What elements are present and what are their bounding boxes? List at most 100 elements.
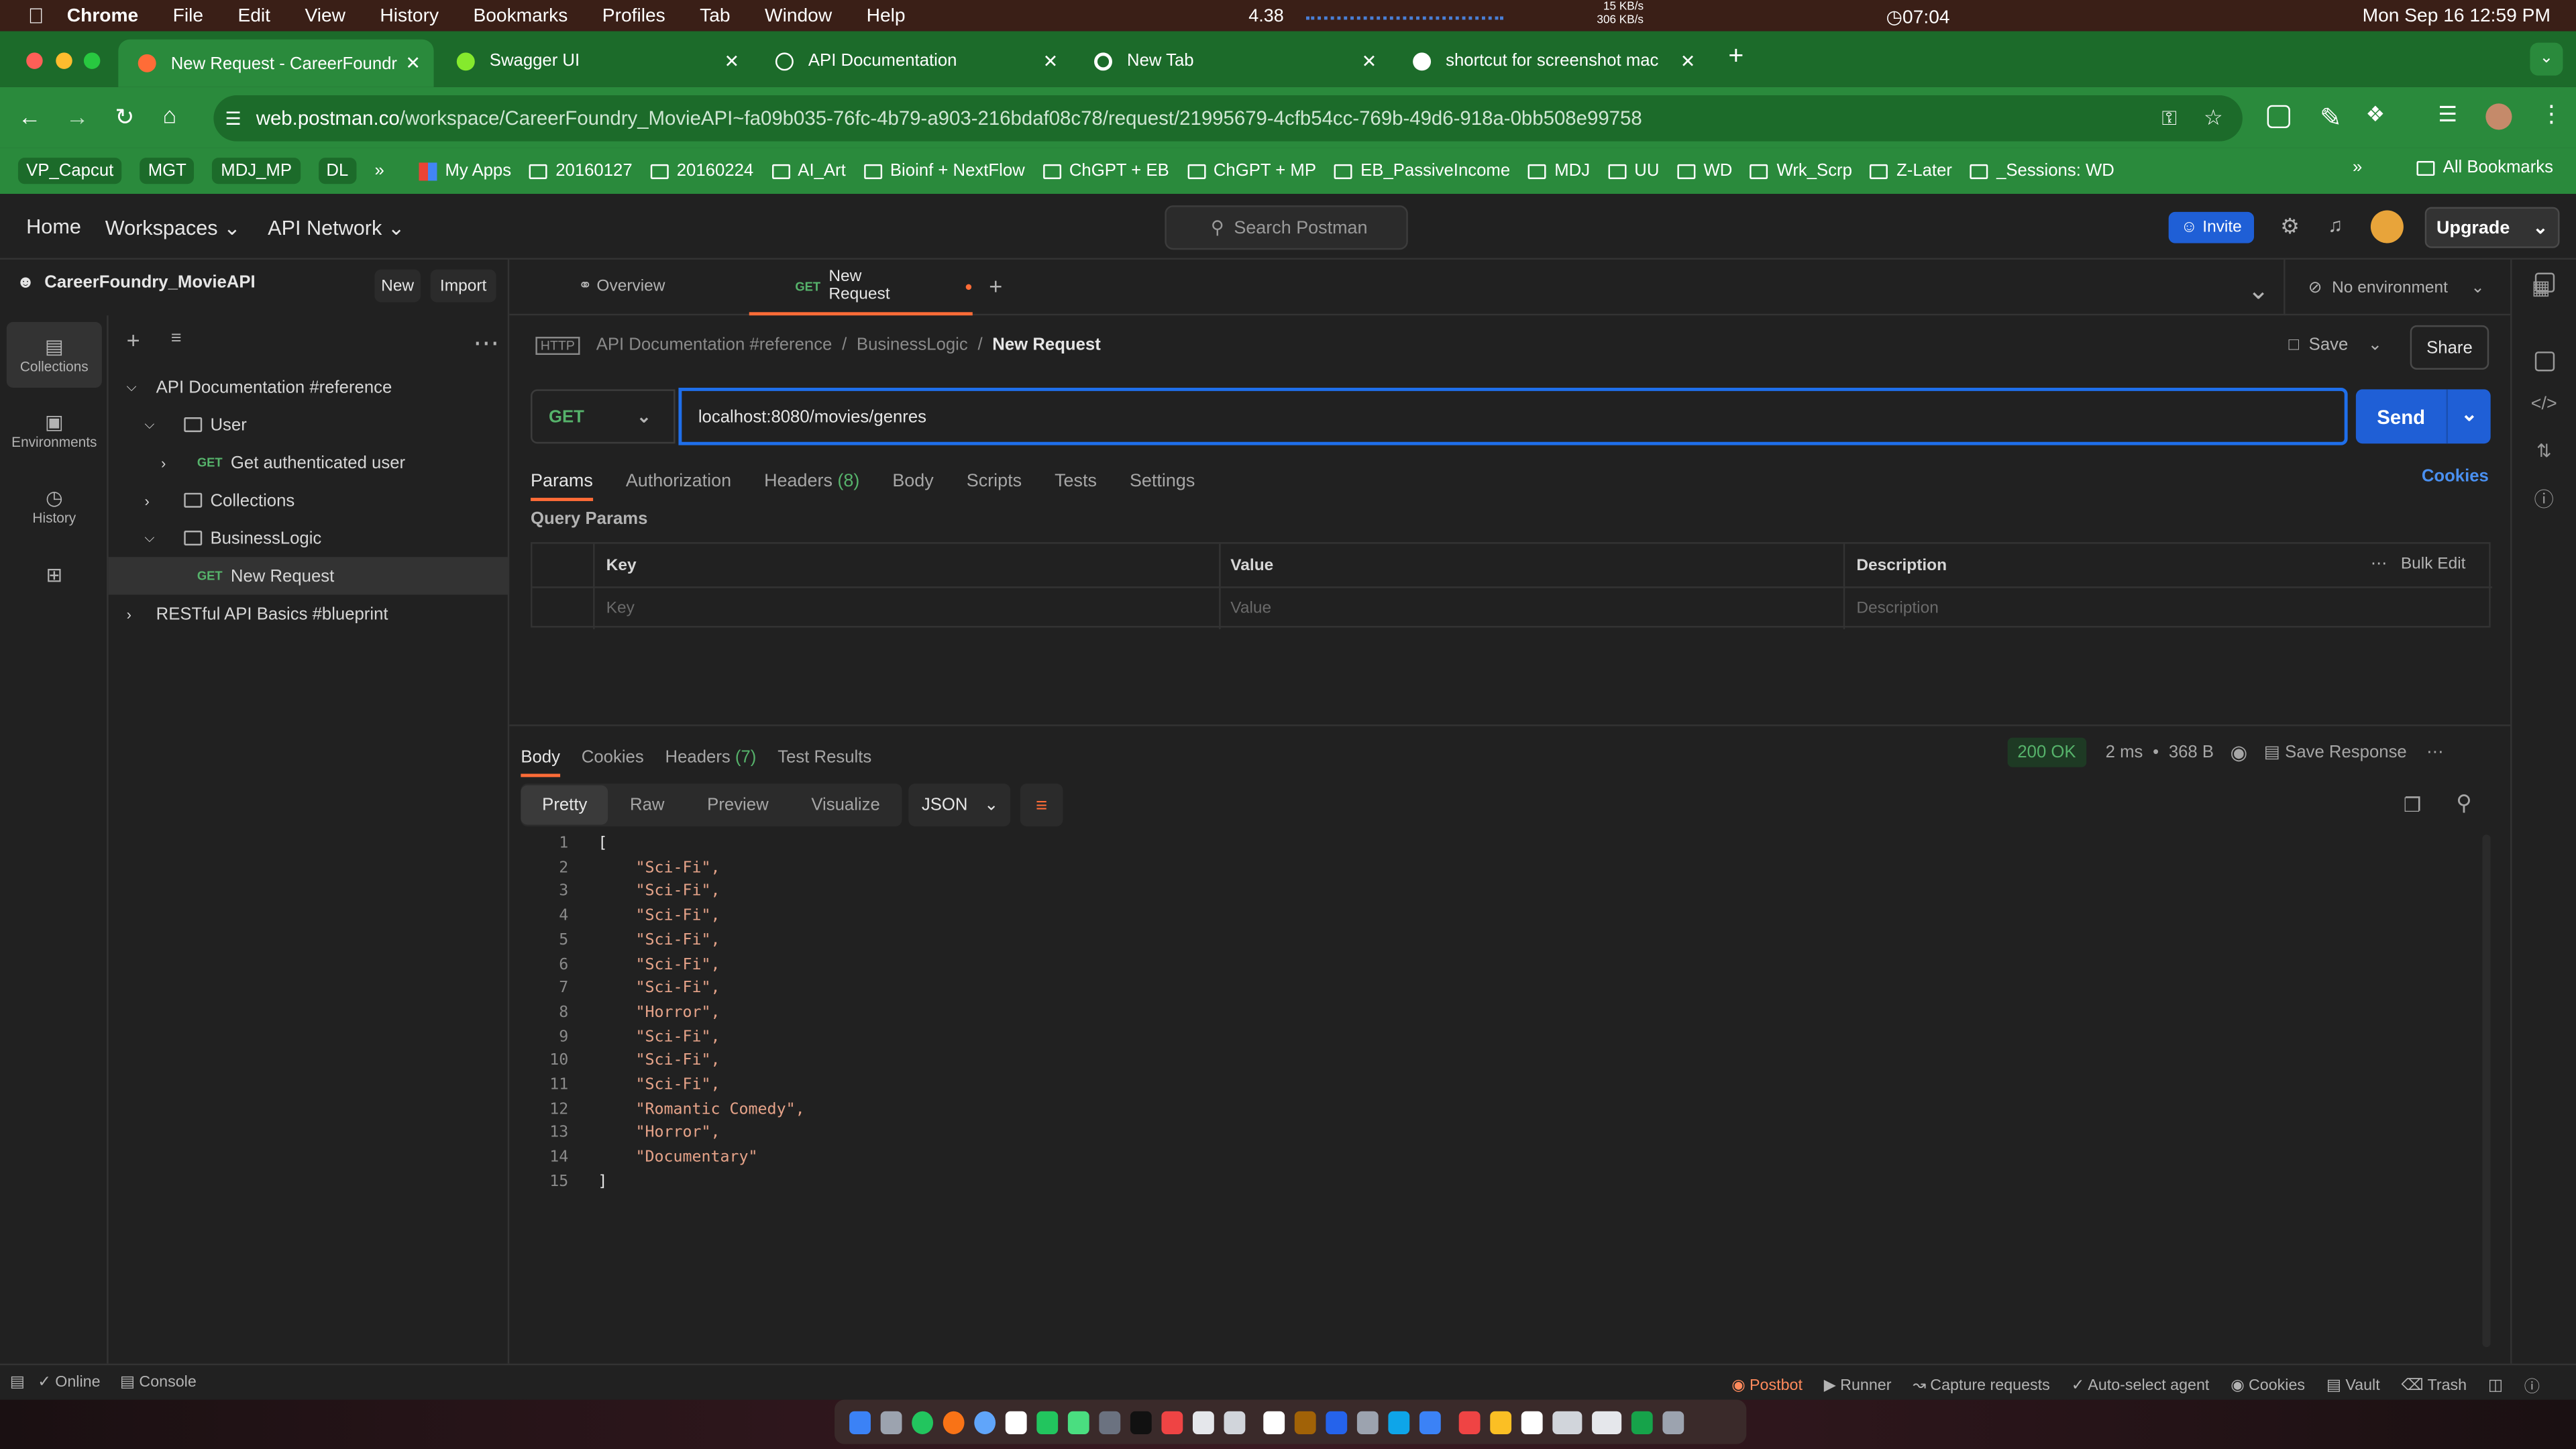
response-divider[interactable] [509,724,2511,727]
new-button[interactable]: New [374,269,421,303]
close-window-icon[interactable] [26,52,43,69]
browser-tab[interactable]: Swagger UI ✕ [437,40,752,83]
forward-icon[interactable]: → [66,103,89,129]
upgrade-button[interactable]: Upgrade ⌄ [2424,207,2560,248]
add-tab-icon[interactable]: + [989,273,1002,299]
crumb[interactable]: API Documentation #reference [596,335,833,355]
tab-params[interactable]: Params [531,472,593,501]
window-thumbnail-icon[interactable] [1592,1410,1622,1434]
bookmark-folder[interactable]: AI_Art [771,161,846,180]
menu-bookmarks[interactable]: Bookmarks [473,6,568,25]
reload-icon[interactable]: ↻ [115,103,134,131]
search-postman[interactable]: ⚲ Search Postman [1165,205,1408,250]
bookmark-item[interactable]: MDJ_MP [213,158,301,184]
calendar-icon[interactable] [1161,1410,1183,1434]
rail-history[interactable]: ◷ History [7,473,102,539]
profile-avatar[interactable] [2485,103,2512,130]
save-response-button[interactable]: ▤ Save Response [2264,743,2407,762]
add-collection-icon[interactable]: + [127,327,140,353]
url-input[interactable]: localhost:8080/movies/genres [678,387,2348,445]
menu-view[interactable]: View [305,6,345,25]
online-status[interactable]: ✓ Online [38,1373,100,1391]
crumb-current[interactable]: New Request [992,335,1100,355]
safari-icon[interactable] [974,1410,996,1434]
launchpad-icon[interactable] [880,1410,902,1434]
help-icon[interactable]: ⓘ [2524,1373,2540,1397]
menu-profiles[interactable]: Profiles [602,6,665,25]
app-store-icon[interactable] [1419,1410,1441,1434]
menu-tab[interactable]: Tab [700,6,730,25]
tabs-dropdown-icon[interactable]: ⌄ [2247,274,2269,307]
description-input[interactable]: Description [1856,600,1939,618]
bookmark-item[interactable]: VP_Capcut [17,158,122,184]
document-icon[interactable] [1521,1410,1543,1434]
back-icon[interactable]: ← [18,103,41,129]
environment-selector[interactable]: ⊘ No environment ⌄ [2284,259,2510,316]
nav-api-network[interactable]: API Network ⌄ [268,215,405,239]
password-key-icon[interactable]: ⚿ [2162,106,2177,131]
copy-icon[interactable]: ❐ [2404,794,2421,816]
minimize-window-icon[interactable] [56,52,72,69]
tab-tests[interactable]: Tests [1055,472,1097,491]
messages-icon[interactable] [1036,1410,1059,1434]
response-tab-headers[interactable]: Headers (7) [665,747,757,767]
close-tab-icon[interactable]: ✕ [1043,50,1059,71]
site-info-icon[interactable]: ☰ [225,107,241,129]
import-button[interactable]: Import [430,269,496,303]
firefox-icon[interactable] [943,1410,965,1434]
screenshot-icon[interactable] [1552,1410,1582,1434]
send-dropdown-icon[interactable]: ⌄ [2446,389,2491,444]
tab-body[interactable]: Body [892,472,933,491]
bookmark-folder[interactable]: Z-Later [1870,161,1952,180]
tree-collection[interactable]: ⌵ API Documentation #reference [127,368,392,406]
tree-request-selected[interactable]: GET New Request [108,557,510,595]
bookmark-folder[interactable]: MDJ [1528,161,1590,180]
nav-home[interactable]: Home [26,215,81,238]
all-bookmarks[interactable]: All Bookmarks [2416,158,2553,177]
rail-collections[interactable]: ▤ Collections [6,322,102,388]
browser-tab[interactable]: API Documentation ✕ [756,40,1071,83]
bookmark-folder[interactable]: ChGPT + EB [1042,161,1169,180]
response-more-icon[interactable]: ⋯ [2426,743,2444,762]
trash-button[interactable]: ⌫ Trash [2402,1376,2467,1394]
settings-icon[interactable] [1099,1410,1121,1434]
response-tab-test-results[interactable]: Test Results [777,747,871,767]
menu-window[interactable]: Window [765,6,832,25]
rail-configure[interactable]: ⊞ [7,542,102,608]
bookmark-folder[interactable]: UU [1608,161,1659,180]
bookmark-item[interactable]: MGT [140,158,195,184]
bookmarks-overflow-icon[interactable]: » [375,161,384,180]
bookmark-item[interactable]: DL [318,158,357,184]
chrome-icon[interactable] [912,1410,934,1434]
trash-can-icon[interactable] [1662,1410,1684,1434]
apple-icon[interactable]:  [28,3,44,28]
finder-icon[interactable] [849,1410,871,1434]
menu-app[interactable]: Chrome [67,6,138,25]
filter-icon[interactable]: ≡ [171,329,182,348]
tree-collection[interactable]: › RESTful API Basics #blueprint [127,595,388,633]
cookies-link[interactable]: Cookies [2422,467,2489,486]
library-icon[interactable] [1224,1410,1246,1434]
folder-stack-icon[interactable] [1490,1410,1512,1434]
capture-requests-button[interactable]: ↝ Capture requests [1913,1376,2049,1394]
bulk-edit-button[interactable]: ⋯ Bulk Edit [2371,555,2466,574]
facetime-icon[interactable] [1067,1410,1089,1434]
bookmark-folder[interactable]: Bioinf + NextFlow [863,161,1025,180]
key-input[interactable]: Key [606,600,635,618]
status-badge[interactable]: 200 OK [2007,737,2086,767]
script-editor-icon[interactable] [1263,1410,1285,1434]
close-tab-icon[interactable]: ✕ [1362,50,1377,71]
preview-icon[interactable] [1294,1410,1316,1434]
method-select[interactable]: GET ⌄ [531,389,676,444]
terminal-icon[interactable] [1130,1410,1152,1434]
view-preview[interactable]: Preview [686,786,790,825]
zotero-icon[interactable] [1458,1410,1481,1434]
save-button[interactable]: □ Save ⌄ [2288,335,2382,355]
menu-history[interactable]: History [380,6,439,25]
url-bar[interactable]: ☰ web.postman.co/workspace/CareerFoundry… [213,95,2243,142]
two-pane-icon[interactable]: ◫ [2488,1376,2503,1394]
tree-folder[interactable]: ⌵ BusinessLogic [145,519,322,557]
value-input[interactable]: Value [1230,600,1271,618]
vault-button[interactable]: ▤ Vault [2326,1376,2380,1394]
home-icon[interactable]: ⌂ [162,102,176,128]
